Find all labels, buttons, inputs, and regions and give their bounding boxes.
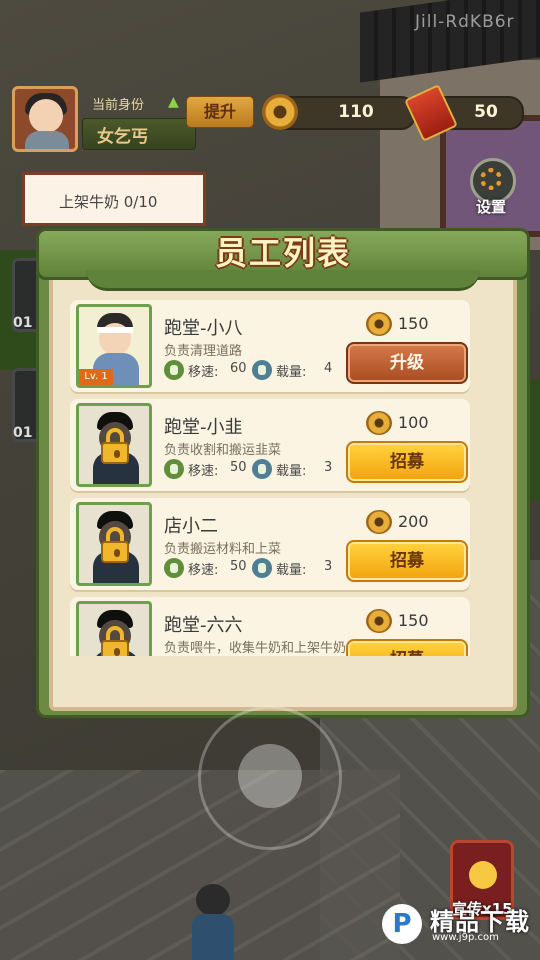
load-label: 载量: [276,563,307,578]
dialog-header: 员工列表 [36,218,530,292]
speed-stat: 移速: 50 [164,558,254,578]
ticket-counter: 50 [404,84,524,142]
flower-icon [469,861,497,889]
employee-desc: 负责喂牛，收集牛奶和上架牛奶 [164,641,347,656]
identity-plate: 女乞丐 [82,118,196,150]
load-value: 4 [324,361,333,376]
speed-stat: 移速: 50 [164,459,254,479]
speed-stat: 移速: 60 [164,360,254,380]
identity-name: 女乞丐 [97,127,148,147]
speed-label: 移速: [188,563,219,578]
employee-portrait [76,502,152,586]
top-hud: 当前身份 ▲ 女乞丐 提升 110 50 [12,84,524,156]
avatar[interactable] [12,86,78,152]
settings-label: 设置 [476,198,507,216]
employee-portrait: Lv. 1 [76,304,152,388]
speed-icon [164,459,184,479]
settings-button[interactable]: 设置 [466,158,524,218]
player-character [190,884,236,960]
load-label: 载量: [276,365,307,380]
site-logo: P 精品下载 www.j9p.com [382,900,532,956]
employee-name: 店小二 [164,516,218,537]
speed-label: 移速: [188,365,219,380]
cost-value: 100 [398,413,429,432]
joystick-knob[interactable] [238,744,302,808]
side-slot-label: 01 [13,425,33,441]
employee-desc: 负责搬运材料和上菜 [164,542,282,557]
speed-value: 60 [230,361,247,376]
employee-list[interactable]: Lv. 1 跑堂-小八 负责清理道路 移速: 60 载量: 4 150 升级 跑… [70,300,470,656]
employee-card: Lv. 1 跑堂-小八 负责清理道路 移速: 60 载量: 4 150 升级 [70,300,470,392]
load-stat: 载量: 4 [252,360,342,380]
gear-icon [480,168,502,190]
employee-card: 店小二 负责搬运材料和上菜 移速: 50 载量: 3 200 招募 [70,498,470,590]
speed-icon [164,558,184,578]
employee-card: 跑堂-六六 负责喂牛，收集牛奶和上架牛奶 150 招募 [70,597,470,656]
load-label: 载量: [276,464,307,479]
recruit-button[interactable]: 招募 [346,540,468,582]
load-icon [252,360,272,380]
coin-icon [366,312,392,336]
load-icon [252,459,272,479]
load-icon [252,558,272,578]
cost-value: 200 [398,512,429,531]
speed-value: 50 [230,559,247,574]
speed-value: 50 [230,460,247,475]
lock-icon [101,527,129,563]
cost-value: 150 [398,611,429,630]
load-value: 3 [324,460,333,475]
employee-name: 跑堂-六六 [164,615,243,636]
recruit-button[interactable]: 招募 [346,639,468,656]
promote-button[interactable]: 提升 [186,96,254,128]
coin-icon [366,510,392,534]
level-tag: Lv. 1 [79,369,113,385]
employee-name: 跑堂-小韭 [164,417,243,438]
lock-icon [101,626,129,656]
load-stat: 载量: 3 [252,459,342,479]
speed-icon [164,360,184,380]
recruit-button[interactable]: 招募 [346,441,468,483]
employee-desc: 负责收割和搬运韭菜 [164,443,282,458]
lock-icon [101,428,129,464]
load-stat: 载量: 3 [252,558,342,578]
dialog-title: 员工列表 [214,234,351,272]
coin-icon [366,411,392,435]
side-slot-label: 01 [13,315,33,331]
logo-mark: P [382,904,422,944]
employee-desc: 负责清理道路 [164,344,243,359]
upgrade-button[interactable]: 升级 [346,342,468,384]
watermark-text: Jill-RdKB6r [415,12,515,32]
logo-sub: www.j9p.com [432,932,499,943]
coin-counter: 110 [262,94,416,130]
task-text: 上架牛奶 0/10 [59,193,158,211]
speed-label: 移速: [188,464,219,479]
employee-card: 跑堂-小韭 负责收割和搬运韭菜 移速: 50 载量: 3 100 招募 [70,399,470,491]
coin-icon [262,94,298,130]
employee-name: 跑堂-小八 [164,318,243,339]
ticket-icon [404,84,458,142]
employee-portrait [76,601,152,656]
employee-portrait [76,403,152,487]
employee-list-dialog: 员工列表 Lv. 1 跑堂-小八 负责清理道路 移速: 60 载量: 4 150… [36,218,530,718]
coin-icon [366,609,392,633]
coin-value: 110 [338,102,374,122]
load-value: 3 [324,559,333,574]
identity-label: 当前身份 [92,98,145,113]
ticket-value: 50 [474,102,498,122]
cost-value: 150 [398,314,429,333]
arrow-up-icon: ▲ [168,94,179,110]
